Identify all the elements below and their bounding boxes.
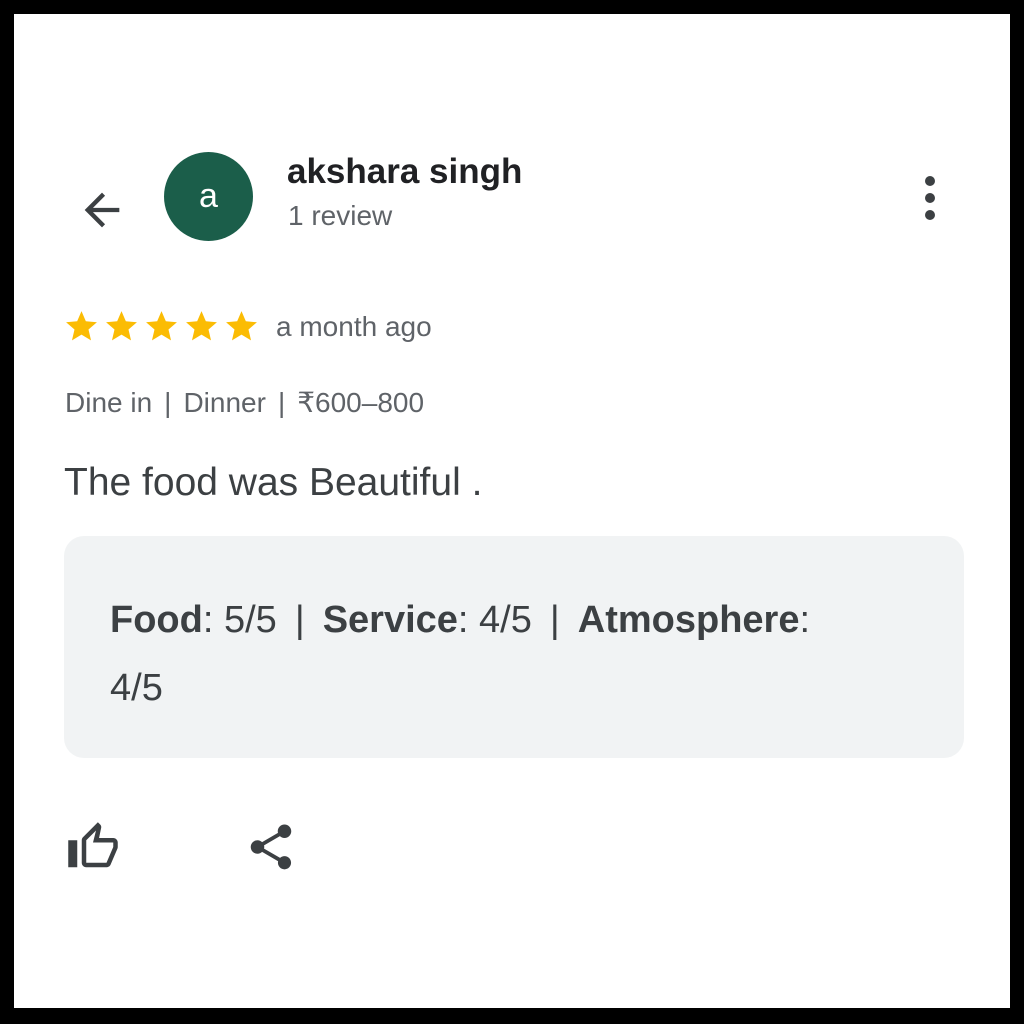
author-name[interactable]: akshara singh bbox=[287, 152, 522, 192]
back-button[interactable] bbox=[74, 182, 130, 238]
food-rating-value: : 5/5 bbox=[202, 599, 277, 641]
star-icon bbox=[106, 311, 137, 341]
review-page: a akshara singh 1 review a month ago Din… bbox=[14, 14, 1010, 1008]
sub-ratings-panel: Food: 5/5 | Service: 4/5 | Atmosphere: 4/5 bbox=[64, 536, 964, 758]
avatar-letter: a bbox=[199, 177, 218, 215]
review-text: The food was Beautiful . bbox=[64, 461, 483, 504]
arrow-left-icon bbox=[84, 192, 120, 228]
atmosphere-rating-label: Atmosphere bbox=[577, 599, 800, 641]
review-meta: Dine in | Dinner | ₹600–800 bbox=[65, 386, 424, 419]
star-icon bbox=[66, 311, 97, 341]
avatar[interactable]: a bbox=[164, 152, 253, 241]
star-rating bbox=[63, 308, 260, 345]
service-rating-label: Service bbox=[322, 599, 458, 641]
star-icon bbox=[146, 311, 177, 341]
thumbs-up-icon bbox=[68, 822, 118, 868]
rating-separator: | bbox=[549, 599, 560, 641]
atmosphere-rating-colon: : bbox=[799, 599, 811, 641]
more-options-button[interactable] bbox=[910, 168, 950, 228]
food-rating-label: Food bbox=[110, 599, 203, 641]
meta-separator: | bbox=[277, 387, 286, 418]
star-icon bbox=[226, 311, 257, 341]
star-icon bbox=[186, 311, 217, 341]
review-count: 1 review bbox=[288, 200, 393, 231]
meta-separator: | bbox=[164, 387, 172, 418]
service-type: Dine in bbox=[65, 387, 153, 418]
service-rating-value: : 4/5 bbox=[457, 599, 532, 641]
like-button[interactable] bbox=[64, 818, 122, 876]
review-time: a month ago bbox=[276, 311, 432, 342]
share-button[interactable] bbox=[242, 818, 300, 876]
price-range: ₹600–800 bbox=[297, 387, 425, 418]
share-icon bbox=[250, 824, 292, 870]
meal-type: Dinner bbox=[183, 387, 266, 418]
more-vertical-icon bbox=[925, 176, 935, 220]
atmosphere-rating-value: 4/5 bbox=[110, 667, 163, 709]
rating-separator: | bbox=[294, 599, 305, 641]
